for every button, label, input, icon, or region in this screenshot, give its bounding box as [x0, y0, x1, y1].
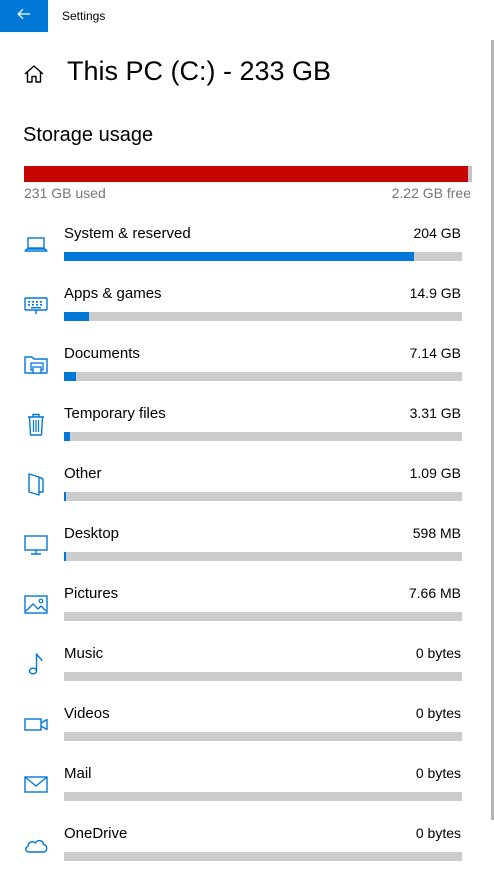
cloud-icon	[22, 830, 50, 858]
back-button[interactable]	[0, 0, 48, 32]
category-usage-fill	[64, 252, 415, 261]
category-name: Temporary files	[64, 405, 166, 422]
category-temporary-files[interactable]: Temporary files 3.31 GB	[0, 396, 494, 456]
page-title: This PC (C:) - 233 GB	[67, 56, 332, 86]
category-name: Other	[64, 465, 102, 482]
category-usage-fill	[64, 432, 70, 441]
category-onedrive[interactable]: OneDrive 0 bytes	[0, 816, 494, 876]
total-usage-fill	[24, 166, 468, 182]
category-size: 1.09 GB	[409, 465, 461, 481]
category-usage-fill	[64, 312, 90, 321]
category-size: 7.66 MB	[408, 585, 461, 601]
trash-icon	[22, 410, 50, 438]
category-usage-fill	[64, 552, 67, 561]
category-usage-bar	[64, 852, 462, 861]
category-usage-bar	[64, 732, 462, 741]
category-name: Documents	[64, 345, 140, 362]
title-bar: Settings	[0, 0, 494, 32]
category-usage-bar	[64, 312, 462, 321]
category-system-reserved[interactable]: System & reserved 204 GB	[0, 216, 494, 276]
category-name: System & reserved	[64, 225, 191, 242]
category-size: 3.31 GB	[409, 405, 461, 421]
mail-icon	[22, 770, 50, 798]
category-usage-bar	[64, 372, 462, 381]
category-name: Apps & games	[64, 285, 162, 302]
video-camera-icon	[22, 710, 50, 738]
category-apps-games[interactable]: Apps & games 14.9 GB	[0, 276, 494, 336]
document-folded-icon	[22, 470, 50, 498]
picture-icon	[22, 590, 50, 618]
category-name: Desktop	[64, 525, 120, 542]
home-icon[interactable]	[23, 63, 45, 85]
category-documents[interactable]: Documents 7.14 GB	[0, 336, 494, 396]
category-pictures[interactable]: Pictures 7.66 MB	[0, 576, 494, 636]
category-name: Videos	[64, 705, 110, 722]
category-usage-bar	[64, 492, 462, 501]
category-name: OneDrive	[64, 825, 128, 842]
used-space-label: 231 GB used	[24, 185, 106, 201]
category-name: Mail	[64, 765, 92, 782]
category-videos[interactable]: Videos 0 bytes	[0, 696, 494, 756]
free-space-label: 2.22 GB free	[391, 185, 471, 201]
app-title: Settings	[62, 9, 106, 23]
page-header: This PC (C:) - 233 GB	[0, 52, 494, 96]
category-size: 7.14 GB	[409, 345, 461, 361]
music-note-icon	[22, 650, 50, 678]
total-usage-bar	[24, 166, 472, 182]
category-usage-fill	[64, 492, 67, 501]
category-other[interactable]: Other 1.09 GB	[0, 456, 494, 516]
category-music[interactable]: Music 0 bytes	[0, 636, 494, 696]
category-mail[interactable]: Mail 0 bytes	[0, 756, 494, 816]
category-size: 0 bytes	[415, 825, 461, 841]
category-usage-bar	[64, 792, 462, 801]
category-usage-fill	[64, 372, 76, 381]
category-usage-bar	[64, 432, 462, 441]
category-size: 14.9 GB	[409, 285, 461, 301]
category-size: 598 MB	[412, 525, 461, 541]
monitor-icon	[22, 530, 50, 558]
category-usage-bar	[64, 552, 462, 561]
category-name: Pictures	[64, 585, 119, 602]
arrow-left-icon	[17, 7, 31, 25]
laptop-icon	[22, 230, 50, 258]
category-usage-bar	[64, 672, 462, 681]
storage-usage-heading: Storage usage	[23, 124, 154, 146]
category-usage-bar	[64, 612, 462, 621]
category-usage-bar	[64, 252, 462, 261]
category-size: 0 bytes	[415, 645, 461, 661]
category-size: 0 bytes	[415, 765, 461, 781]
category-name: Music	[64, 645, 104, 662]
category-size: 204 GB	[413, 225, 461, 241]
keyboard-icon	[22, 290, 50, 318]
folder-printer-icon	[22, 350, 50, 378]
category-desktop[interactable]: Desktop 598 MB	[0, 516, 494, 576]
category-size: 0 bytes	[415, 705, 461, 721]
